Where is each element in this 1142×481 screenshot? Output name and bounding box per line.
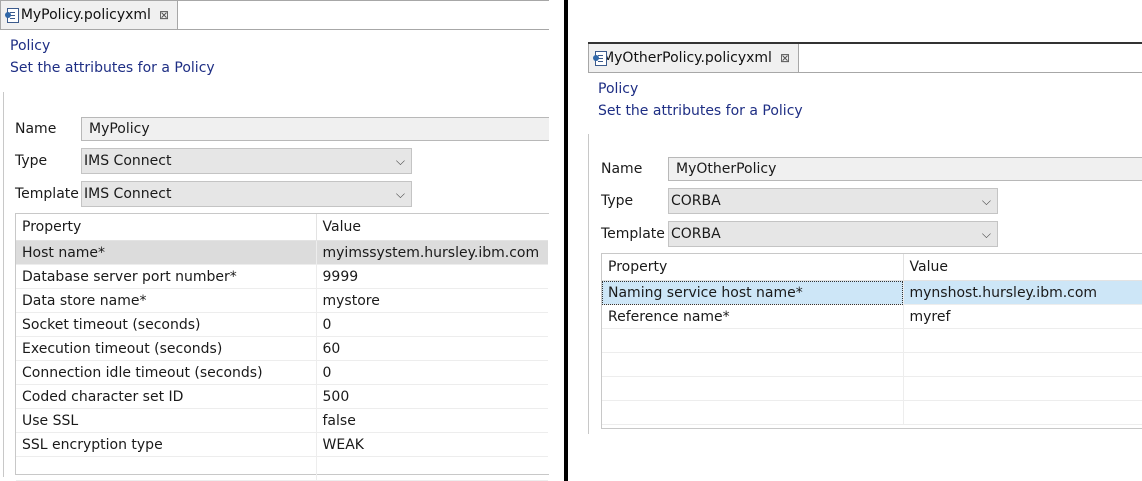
window-divider — [564, 0, 568, 481]
property-cell: Connection idle timeout (seconds) — [16, 360, 317, 385]
table-row-empty — [602, 352, 1142, 377]
form-title: Policy — [598, 81, 639, 97]
empty-cell — [602, 376, 904, 401]
form-subtitle: Set the attributes for a Policy — [598, 103, 803, 119]
name-field[interactable]: MyOtherPolicy — [668, 157, 1142, 181]
value-cell[interactable]: 500 — [316, 384, 548, 409]
type-label: Type — [15, 153, 48, 169]
empty-cell — [903, 328, 1142, 353]
left-tab-strip: MyPolicy.policyxml ⊠ — [0, 0, 549, 30]
empty-cell — [903, 352, 1142, 377]
property-cell: Socket timeout (seconds) — [16, 312, 317, 337]
table-row[interactable]: Connection idle timeout (seconds) 0 — [16, 360, 548, 385]
property-cell: Database server port number* — [16, 264, 317, 289]
template-label: Template — [601, 226, 665, 242]
column-header-value[interactable]: Value — [316, 214, 548, 241]
value-cell[interactable]: WEAK — [316, 432, 548, 457]
empty-cell — [316, 456, 548, 481]
property-cell: Naming service host name* — [602, 280, 904, 305]
type-dropdown-value: IMS Connect — [84, 153, 172, 169]
table-row-empty — [602, 400, 1142, 425]
chevron-down-icon: ⌵ — [981, 227, 991, 241]
empty-cell — [903, 400, 1142, 425]
property-cell: Execution timeout (seconds) — [16, 336, 317, 361]
chevron-down-icon: ⌵ — [395, 187, 405, 201]
form-subtitle: Set the attributes for a Policy — [10, 60, 215, 76]
value-cell[interactable]: 0 — [316, 312, 548, 337]
table-header-row: Property Value — [16, 214, 548, 241]
table-row[interactable]: Data store name* mystore — [16, 288, 548, 313]
table-row[interactable]: Database server port number* 9999 — [16, 264, 548, 289]
empty-cell — [602, 328, 904, 353]
table-row[interactable]: SSL encryption type WEAK — [16, 432, 548, 457]
left-editor-tab[interactable]: MyPolicy.policyxml ⊠ — [0, 1, 178, 29]
column-header-property[interactable]: Property — [602, 254, 904, 281]
property-cell: Data store name* — [16, 288, 317, 313]
right-tab-strip: MyOtherPolicy.policyxml ⊠ — [588, 42, 1142, 73]
table-row-empty — [602, 376, 1142, 401]
close-icon[interactable]: ⊠ — [780, 51, 790, 65]
property-cell: Use SSL — [16, 408, 317, 433]
table-row[interactable]: Naming service host name* mynshost.hursle… — [602, 280, 1142, 305]
table-row-empty — [602, 328, 1142, 353]
name-label: Name — [15, 121, 57, 137]
type-dropdown-value: CORBA — [671, 193, 721, 209]
type-label: Type — [601, 193, 634, 209]
template-dropdown-value: CORBA — [671, 226, 721, 242]
table-row[interactable]: Host name* myimssystem.hursley.ibm.com — [16, 240, 548, 265]
value-cell[interactable]: mystore — [316, 288, 548, 313]
form-border — [3, 92, 4, 477]
table-header-row: Property Value — [602, 254, 1142, 281]
policy-file-icon — [593, 50, 607, 66]
table-row[interactable]: Socket timeout (seconds) 0 — [16, 312, 548, 337]
empty-cell — [602, 400, 904, 425]
value-cell[interactable]: myref — [903, 304, 1142, 329]
value-cell[interactable]: 9999 — [316, 264, 548, 289]
value-cell[interactable]: mynshost.hursley.ibm.com — [903, 280, 1142, 305]
table-row[interactable]: Coded character set ID 500 — [16, 384, 548, 409]
policy-file-icon — [5, 7, 19, 23]
value-cell[interactable]: 60 — [316, 336, 548, 361]
template-dropdown-value: IMS Connect — [84, 186, 172, 202]
empty-cell — [16, 456, 317, 481]
table-row[interactable]: Use SSL false — [16, 408, 548, 433]
property-cell: SSL encryption type — [16, 432, 317, 457]
empty-cell — [602, 352, 904, 377]
name-label: Name — [601, 161, 643, 177]
table-row[interactable]: Execution timeout (seconds) 60 — [16, 336, 548, 361]
right-editor: MyOtherPolicy.policyxml ⊠ Policy Set the… — [588, 42, 1142, 481]
type-dropdown[interactable]: CORBA ⌵ — [668, 188, 998, 214]
type-dropdown[interactable]: IMS Connect ⌵ — [81, 148, 412, 174]
template-label: Template — [15, 186, 79, 202]
column-header-property[interactable]: Property — [16, 214, 317, 241]
tab-label: MyOtherPolicy.policyxml — [602, 50, 772, 66]
property-cell: Coded character set ID — [16, 384, 317, 409]
column-header-value[interactable]: Value — [903, 254, 1142, 281]
tab-label: MyPolicy.policyxml — [20, 7, 151, 23]
name-field[interactable]: MyPolicy — [81, 117, 549, 141]
properties-table: Property Value Naming service host name*… — [602, 254, 1142, 425]
form-title: Policy — [10, 38, 51, 54]
form-border — [588, 134, 589, 434]
property-cell: Host name* — [16, 240, 317, 265]
chevron-down-icon: ⌵ — [395, 154, 405, 168]
value-cell[interactable]: myimssystem.hursley.ibm.com — [316, 240, 548, 265]
right-editor-tab[interactable]: MyOtherPolicy.policyxml ⊠ — [588, 44, 799, 72]
left-editor: MyPolicy.policyxml ⊠ Policy Set the attr… — [0, 0, 549, 481]
property-cell: Reference name* — [602, 304, 904, 329]
template-dropdown[interactable]: IMS Connect ⌵ — [81, 181, 412, 207]
value-cell[interactable]: false — [316, 408, 548, 433]
close-icon[interactable]: ⊠ — [159, 8, 169, 22]
value-cell[interactable]: 0 — [316, 360, 548, 385]
chevron-down-icon: ⌵ — [981, 194, 991, 208]
empty-cell — [903, 376, 1142, 401]
table-row-empty — [16, 456, 548, 481]
properties-table: Property Value Host name* myimssystem.hur… — [16, 214, 548, 481]
template-dropdown[interactable]: CORBA ⌵ — [668, 221, 998, 247]
table-row[interactable]: Reference name* myref — [602, 304, 1142, 329]
